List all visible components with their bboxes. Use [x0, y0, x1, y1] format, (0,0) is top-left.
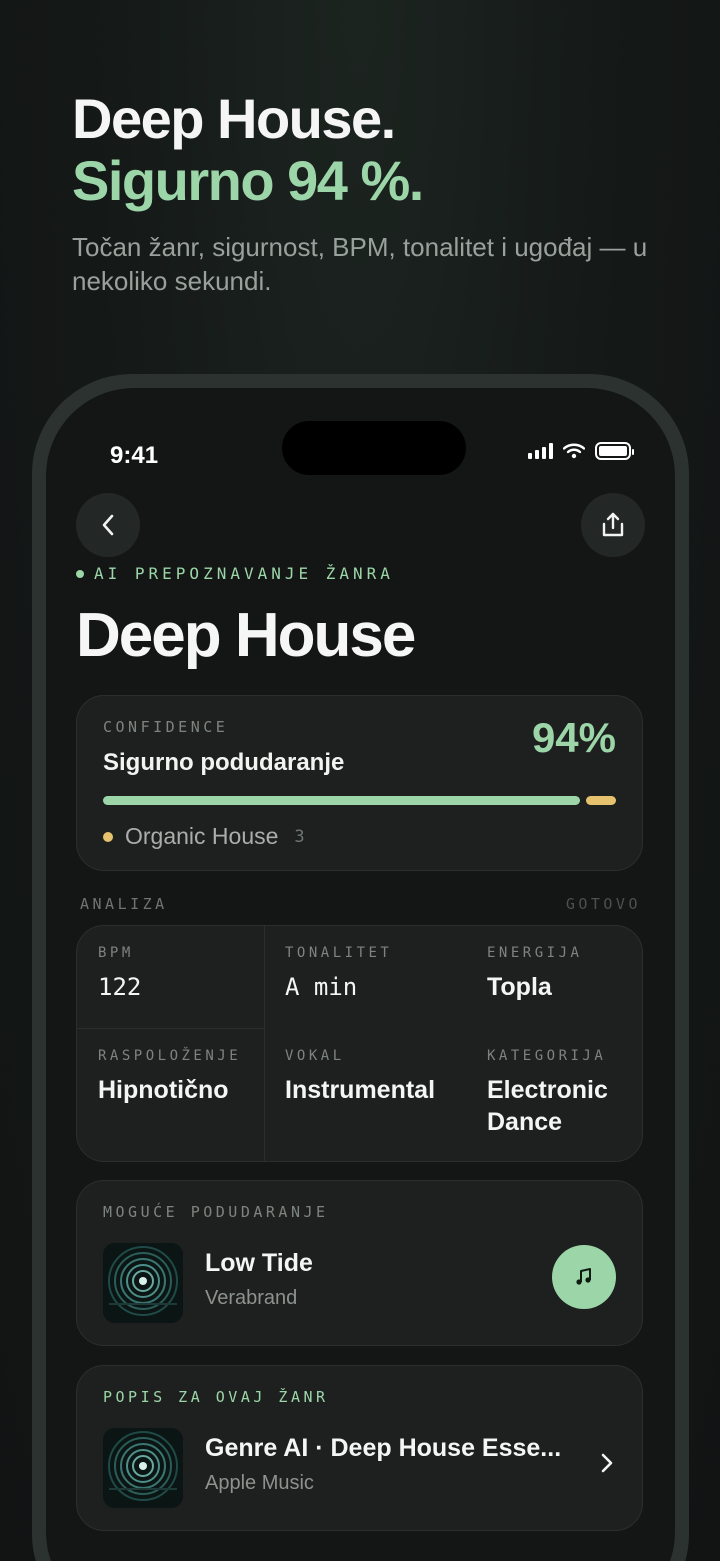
- cell-label: TONALITET: [285, 945, 393, 961]
- grid-divider-vertical: [264, 926, 265, 1161]
- wifi-icon: [563, 443, 585, 459]
- cell-label: VOKAL: [285, 1048, 345, 1064]
- chevron-right-icon: [601, 1453, 613, 1473]
- analysis-cell-vocal: VOKAL Instrumental: [285, 1048, 435, 1106]
- phone-screen: 9:41 AI PREPOZNAVANJE ŽANRA Deep House C…: [46, 388, 675, 1561]
- status-time: 9:41: [110, 442, 159, 469]
- cell-value: Hipnotično: [98, 1076, 229, 1104]
- confidence-bar-main: [103, 796, 580, 805]
- analysis-header: ANALIZA GOTOVO: [80, 895, 641, 913]
- analysis-cell-bpm: BPM 122: [98, 945, 141, 1003]
- eyebrow-text: AI PREPOZNAVANJE ŽANRA: [94, 564, 394, 583]
- analysis-grid: BPM 122 TONALITET A min ENERGIJA Topla R…: [76, 925, 643, 1162]
- grid-divider-horizontal: [77, 1028, 264, 1029]
- eyebrow: AI PREPOZNAVANJE ŽANRA: [76, 564, 394, 583]
- alt-genre-count: 3: [294, 826, 305, 847]
- confidence-card: CONFIDENCE Sigurno podudaranje 94% Organ…: [76, 695, 643, 871]
- playlist-label: POPIS ZA OVAJ ŽANR: [103, 1388, 329, 1406]
- share-icon: [602, 512, 624, 537]
- open-playlist-button[interactable]: [600, 1452, 614, 1479]
- confidence-label: CONFIDENCE: [103, 718, 229, 736]
- cell-value: Electronic Dance: [487, 1076, 608, 1136]
- cell-label: ENERGIJA: [487, 945, 583, 961]
- music-note-icon: [576, 1268, 591, 1285]
- analysis-label: ANALIZA: [80, 895, 168, 913]
- share-button[interactable]: [581, 493, 645, 557]
- confidence-bar: [103, 796, 616, 805]
- status-icons: [528, 442, 634, 460]
- playlist-art: [103, 1428, 183, 1508]
- cell-value: A min: [285, 973, 358, 1001]
- alt-genre-dot: [103, 831, 113, 842]
- status-dot: [76, 569, 84, 578]
- cell-value: Topla: [487, 973, 552, 1001]
- hero-subtitle: Točan žanr, sigurnost, BPM, tonalitet i …: [72, 232, 648, 296]
- hero-accent: Sigurno 94 %.: [72, 149, 424, 212]
- analysis-cell-mood: RASPOLOŽENJE Hipnotično: [98, 1048, 241, 1106]
- possible-match-card[interactable]: MOGUĆE PODUDARANJE Low Tide Verabrand: [76, 1180, 643, 1346]
- cell-label: KATEGORIJA: [487, 1048, 607, 1064]
- hero-title: Deep House.: [72, 87, 396, 150]
- chevron-left-icon: [102, 514, 114, 536]
- track-title: Low Tide: [205, 1249, 313, 1277]
- hero: Deep House. Sigurno 94 %. Točan žanr, si…: [72, 88, 672, 298]
- cell-value: 122: [98, 973, 142, 1001]
- confidence-match-text: Sigurno podudaranje: [103, 749, 345, 776]
- cell-label: BPM: [98, 945, 134, 961]
- playlist-title: Genre AI · Deep House Esse...: [205, 1434, 562, 1462]
- confidence-percent: 94%: [531, 714, 616, 761]
- analysis-cell-key: TONALITET A min: [285, 945, 392, 1003]
- alt-genre-row: Organic House 3: [103, 823, 305, 850]
- cell-value: Instrumental: [285, 1076, 436, 1104]
- dynamic-island: [282, 421, 466, 475]
- back-button[interactable]: [76, 493, 140, 557]
- page-title: Deep House: [76, 601, 416, 670]
- analysis-cell-category: KATEGORIJA Electronic Dance: [487, 1048, 627, 1138]
- track-artist: Verabrand: [205, 1287, 298, 1309]
- analysis-cell-energy: ENERGIJA Topla: [487, 945, 582, 1003]
- confidence-bar-alt: [585, 796, 616, 805]
- playlist-source: Apple Music: [205, 1472, 314, 1494]
- cell-label: RASPOLOŽENJE: [98, 1048, 242, 1064]
- album-art: [103, 1243, 183, 1323]
- analysis-status: GOTOVO: [565, 895, 641, 913]
- possible-match-label: MOGUĆE PODUDARANJE: [103, 1203, 329, 1221]
- phone-frame: 9:41 AI PREPOZNAVANJE ŽANRA Deep House C…: [32, 374, 689, 1561]
- battery-icon: [595, 442, 634, 460]
- alt-genre-name: Organic House: [125, 823, 279, 849]
- playlist-card[interactable]: POPIS ZA OVAJ ŽANR Genre AI · Deep House…: [76, 1365, 643, 1531]
- status-bar: 9:41: [46, 388, 675, 478]
- play-track-button[interactable]: [552, 1245, 616, 1309]
- signal-icon: [528, 443, 553, 459]
